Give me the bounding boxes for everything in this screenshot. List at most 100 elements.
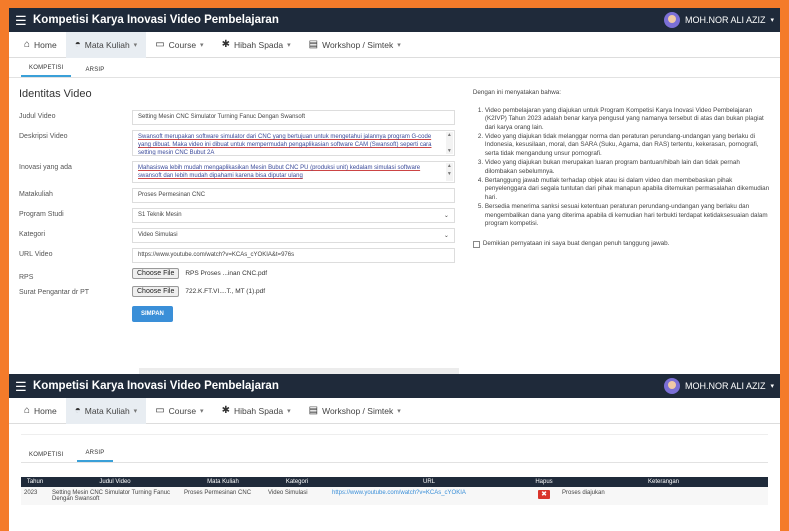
nav-course[interactable]: ▭ Course ▾	[146, 398, 212, 424]
scrollbar[interactable]: ▲ ▼	[445, 132, 453, 154]
statement-item: Bertanggung jawab mutlak terhadap objek …	[485, 177, 770, 203]
inovasi-text: Mahasiswa lebih mudah mengaplikasikan Me…	[138, 165, 421, 179]
chevron-down-icon: ▾	[770, 17, 774, 24]
nav-label: Course	[168, 39, 197, 50]
top-bar: ☰ Kompetisi Karya Inovasi Video Pembelaj…	[9, 374, 780, 398]
nav-mata-kuliah[interactable]: ◓ Mata Kuliah ▾	[65, 31, 147, 58]
col-tahun: Tahun	[21, 477, 49, 487]
section-title: Identitas Video	[19, 88, 92, 100]
grid-icon: ▤	[308, 39, 319, 50]
chevron-down-icon: ▾	[287, 407, 291, 415]
surat-label: Surat Pengantar dr PT	[19, 289, 90, 296]
tab-kompetisi[interactable]: KOMPETISI	[21, 61, 72, 77]
nav-workshop[interactable]: ▤ Workshop / Simtek ▾	[300, 398, 410, 424]
avatar	[663, 12, 680, 28]
chevron-down-icon: ▾	[133, 41, 138, 49]
col-matkul: Mata Kuliah	[181, 477, 265, 487]
prodi-value: S1 Teknik Mesin	[138, 212, 182, 218]
prodi-select[interactable]: S1 Teknik Mesin ⌄	[132, 208, 455, 223]
prodi-label: Program Studi	[19, 211, 64, 218]
arsip-table: Tahun Judul Video Mata Kuliah Kategori U…	[21, 477, 768, 505]
simpan-button[interactable]: SIMPAN	[132, 306, 173, 322]
chevron-down-icon: ⌄	[443, 233, 449, 239]
nav-label: Home	[34, 405, 57, 416]
chevron-down-icon: ▾	[200, 407, 204, 415]
deskripsi-label: Deskripsi Video	[19, 133, 68, 140]
mortarboard-icon: ◓	[74, 39, 81, 50]
agreement-checkbox[interactable]	[472, 240, 480, 248]
scrollbar[interactable]: ▲ ▼	[445, 163, 453, 181]
url-input[interactable]: https://www.youtube.com/watch?v=KCAs_cYO…	[132, 248, 455, 263]
nav-course[interactable]: ▭ Course ▾	[146, 32, 212, 58]
judul-input[interactable]: Setting Mesin CNC Simulator Turning Fanu…	[132, 110, 455, 125]
inovasi-textarea[interactable]: Mahasiswa lebih mudah mengaplikasikan Me…	[132, 161, 455, 183]
arsip-card: KOMPETISI ARSIP Tahun Judul Video Mata K…	[21, 434, 768, 505]
rps-label: RPS	[19, 274, 34, 281]
kategori-value: Video Simulasi	[138, 232, 178, 238]
col-url: URL	[329, 477, 529, 487]
cell-judul: Setting Mesin CNC Simulator Turning Fanu…	[49, 487, 181, 505]
delete-icon[interactable]: ✖	[538, 490, 550, 499]
user-menu[interactable]: MOH.NOR ALI AZIZ ▾	[663, 12, 774, 28]
arsip-screen: ☰ Kompetisi Karya Inovasi Video Pembelaj…	[9, 374, 780, 531]
tab-arsip[interactable]: ARSIP	[77, 446, 113, 462]
chevron-down-icon: ▾	[133, 407, 138, 415]
rps-choose-file-button[interactable]: Choose File	[132, 268, 180, 279]
nav-home[interactable]: ⌂ Home	[15, 32, 66, 58]
mortarboard-icon: ◓	[74, 405, 81, 416]
tab-bar: KOMPETISI ARSIP	[21, 443, 768, 463]
cell-url-link[interactable]: https://www.youtube.com/watch?v=KCAs_cYO…	[329, 487, 529, 505]
main-nav: ⌂ Home ◓ Mata Kuliah ▾ ▭ Course ▾ ✱ Hibah Spad…	[9, 397, 780, 424]
tab-kompetisi[interactable]: KOMPETISI	[21, 448, 71, 462]
cell-matkul: Proses Permesinan CNC	[181, 487, 265, 505]
matakuliah-input[interactable]: Proses Permesinan CNC	[132, 188, 455, 203]
agreement-label: Demikian pernyataan ini saya buat dengan…	[482, 239, 670, 247]
kategori-select[interactable]: Video Simulasi ⌄	[132, 228, 455, 243]
nav-hibah-spada[interactable]: ✱ Hibah Spada ▾	[213, 398, 300, 424]
menu-icon[interactable]: ☰	[15, 14, 27, 27]
nav-workshop[interactable]: ▤ Workshop / Simtek ▾	[300, 32, 410, 58]
home-icon: ⌂	[24, 405, 31, 416]
deskripsi-textarea[interactable]: Swansoft merupakan software simulator da…	[132, 130, 455, 156]
statement-item: Bersedia menerima sanksi sesuai ketentua…	[485, 203, 770, 229]
cell-keterangan: Proses diajukan	[559, 487, 768, 505]
user-name: MOH.NOR ALI AZIZ	[684, 15, 766, 25]
table-header-row: Tahun Judul Video Mata Kuliah Kategori U…	[21, 477, 768, 487]
chevron-down-icon: ⌄	[443, 213, 449, 219]
avatar	[663, 378, 680, 394]
table-row: 2023 Setting Mesin CNC Simulator Turning…	[21, 487, 768, 505]
chevron-down-icon: ▾	[770, 383, 774, 390]
statement-list: Video pembelajaran yang diajukan untuk P…	[473, 107, 770, 229]
statement-item: Video yang diajukan tidak melanggar norm…	[485, 133, 770, 159]
statement-intro: Dengan ini menyatakan bahwa:	[472, 89, 562, 96]
surat-choose-file-button[interactable]: Choose File	[132, 286, 180, 297]
user-menu[interactable]: MOH.NOR ALI AZIZ ▾	[663, 378, 774, 394]
col-judul: Judul Video	[49, 477, 181, 487]
nav-label: Course	[168, 405, 197, 416]
cell-kategori: Video Simulasi	[265, 487, 329, 505]
nav-label: Mata Kuliah	[84, 405, 130, 416]
nav-label: Home	[34, 39, 57, 50]
nav-hibah-spada[interactable]: ✱ Hibah Spada ▾	[213, 32, 300, 58]
statement-item: Video pembelajaran yang diajukan untuk P…	[485, 107, 770, 133]
app-title: Kompetisi Karya Inovasi Video Pembelajar…	[33, 380, 279, 392]
tab-arsip[interactable]: ARSIP	[77, 63, 112, 77]
cell-tahun: 2023	[21, 487, 49, 505]
nav-label: Workshop / Simtek	[322, 39, 394, 50]
chevron-down-icon: ▾	[397, 407, 401, 415]
gift-icon: ✱	[221, 405, 230, 416]
agreement-checkbox-row[interactable]: Demikian pernyataan ini saya buat dengan…	[472, 239, 770, 249]
kategori-label: Kategori	[19, 231, 46, 238]
chevron-down-icon: ▾	[287, 41, 291, 49]
video-form: Identitas Video Judul Video Setting Mesin…	[19, 86, 455, 322]
kompetisi-screen: ☰ Kompetisi Karya Inovasi Video Pembelaj…	[9, 8, 780, 374]
menu-icon[interactable]: ☰	[15, 380, 27, 393]
chevron-down-icon: ▾	[200, 41, 204, 49]
url-label: URL Video	[19, 251, 53, 258]
nav-mata-kuliah[interactable]: ◓ Mata Kuliah ▾	[65, 397, 147, 424]
monitor-icon: ▭	[155, 39, 165, 50]
nav-home[interactable]: ⌂ Home	[15, 398, 66, 424]
statement-panel: Dengan ini menyatakan bahwa: Video pembe…	[472, 86, 770, 322]
top-bar: ☰ Kompetisi Karya Inovasi Video Pembelaj…	[9, 8, 780, 32]
matakuliah-label: Matakuliah	[19, 191, 53, 198]
